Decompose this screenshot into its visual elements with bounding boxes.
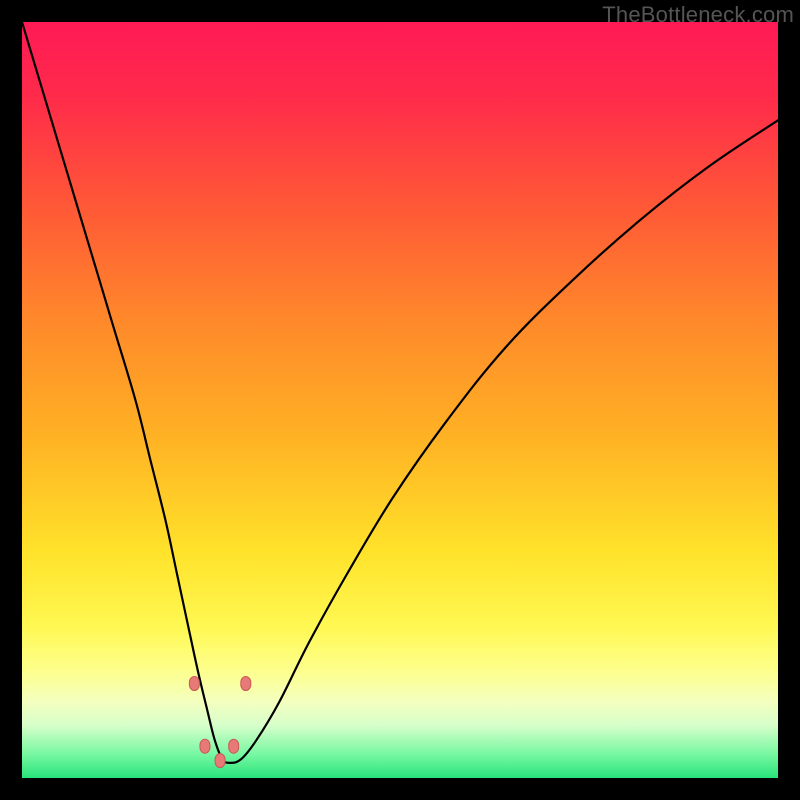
watermark-text: TheBottleneck.com bbox=[602, 2, 794, 28]
bottleneck-chart bbox=[22, 22, 778, 778]
curve-marker bbox=[241, 677, 251, 691]
curve-marker bbox=[189, 677, 199, 691]
chart-frame bbox=[22, 22, 778, 778]
curve-marker bbox=[215, 754, 225, 768]
curve-marker bbox=[200, 739, 210, 753]
curve-marker bbox=[229, 739, 239, 753]
